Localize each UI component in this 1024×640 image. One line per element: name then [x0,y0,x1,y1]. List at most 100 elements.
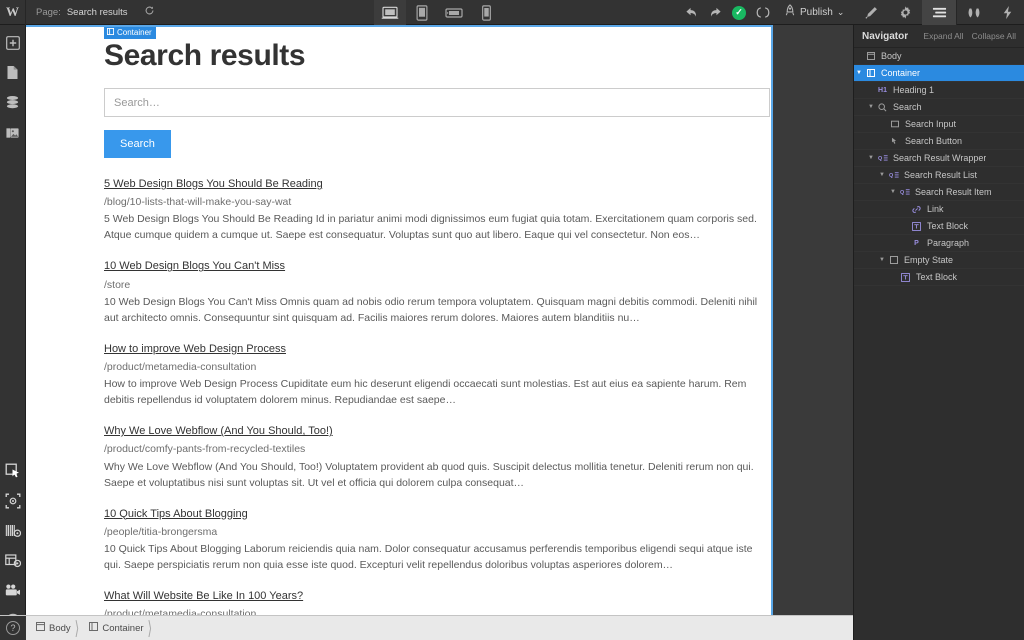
search-result-item: 10 Quick Tips About Blogging /people/tit… [104,504,770,574]
nav-item-label: Search Input [905,119,957,129]
nav-item-heading-1[interactable]: H1 Heading 1 [854,82,1024,99]
result-description: 10 Web Design Blogs You Can't Miss Omnis… [104,295,758,324]
help-button-cell[interactable]: ? [0,615,26,640]
selection-badge-label: Container [117,27,152,37]
nav-item-body[interactable]: Body [854,48,1024,65]
result-title-link[interactable]: 10 Web Design Blogs You Can't Miss [104,259,285,273]
nav-item-container[interactable]: ▼ Container [854,65,1024,82]
save-status-icon[interactable]: ✓ [728,0,750,25]
device-desktop[interactable] [374,0,406,25]
nav-item-label: Container [881,68,921,78]
search-result-item: How to improve Web Design Process /produ… [104,339,770,409]
tab-style-panel[interactable] [854,0,888,25]
bottom-breadcrumb-bar: ? Body ⟩ Container ⟩ [0,615,853,640]
nav-item-label: Paragraph [927,238,970,248]
result-title-link[interactable]: 5 Web Design Blogs You Should Be Reading [104,177,323,191]
search-button[interactable]: Search [104,130,171,158]
nav-arrow[interactable]: ▼ [877,257,887,263]
collapse-all-button[interactable]: Collapse All [972,31,1016,41]
nav-item-text-block[interactable]: Text Block [854,218,1024,235]
button-icon [888,137,901,146]
cms-database-icon[interactable] [0,90,26,115]
nav-item-label: Search [893,102,922,112]
preview-icon[interactable] [0,548,26,573]
result-title-link[interactable]: What Will Website Be Like In 100 Years? [104,589,303,603]
breadcrumb-container[interactable]: Container [79,616,149,640]
nav-item-empty-state[interactable]: ▼ Empty State [854,252,1024,269]
breadcrumb-body[interactable]: Body [26,616,77,640]
audit-icon[interactable] [0,518,26,543]
marquee-select-icon[interactable] [0,488,26,513]
nav-arrow[interactable]: ▼ [866,104,876,110]
tab-navigator-panel[interactable] [922,0,956,25]
selection-badge: Container [104,27,156,39]
webflow-designer: W Page: Search results ✓ Publish ⌄ Conta… [0,0,1024,640]
body-icon [36,622,45,634]
redo-icon[interactable] [704,0,726,25]
device-breakpoints [374,0,502,25]
design-canvas[interactable]: Container Search results Search… Search … [26,25,853,615]
page-content: Search results Search… Search 5 Web Desi… [104,39,772,615]
nav-item-label: Search Result List [904,170,978,180]
rocket-icon [784,4,796,21]
result-title-link[interactable]: 10 Quick Tips About Blogging [104,507,248,521]
paragraph-icon: P [914,239,919,247]
tab-cms-panel[interactable] [956,0,990,25]
result-description: 5 Web Design Blogs You Should Be Reading… [104,213,757,242]
nav-item-search-result-list[interactable]: ▼ Q Search Result List [854,167,1024,184]
container-icon [864,69,877,77]
nav-item-search[interactable]: ▼ Search [854,99,1024,116]
nav-item-text-block-empty[interactable]: Text Block [854,269,1024,286]
nav-arrow[interactable]: ▼ [877,172,887,178]
nav-item-label: Search Result Wrapper [893,153,987,163]
select-tool-icon[interactable] [0,458,26,483]
container-icon [89,622,99,634]
chevron-down-icon: ⌄ [836,7,845,17]
nav-item-link[interactable]: Link [854,201,1024,218]
nav-item-search-input[interactable]: Search Input [854,116,1024,133]
result-url: /blog/10-lists-that-will-make-you-say-wa… [104,196,292,209]
add-element-icon[interactable] [0,30,26,55]
publish-button[interactable]: Publish ⌄ [776,0,852,25]
video-tutorial-icon[interactable] [0,578,26,603]
nav-item-search-button[interactable]: Search Button [854,133,1024,150]
nav-arrow[interactable]: ▼ [866,155,876,161]
pages-icon[interactable] [0,60,26,85]
breadcrumb-separator: ⟩ [147,616,153,640]
page-frame: Container Search results Search… Search … [26,25,773,615]
left-toolbar: ? [0,25,26,640]
page-title: Search results [104,39,306,72]
expand-all-button[interactable]: Expand All [923,31,963,41]
nav-item-search-result-item[interactable]: ▼ Q Search Result Item [854,184,1024,201]
tab-settings-panel[interactable] [888,0,922,25]
container-icon [107,28,114,37]
nav-item-search-result-wrapper[interactable]: ▼ Q Search Result Wrapper [854,150,1024,167]
device-tablet[interactable] [406,0,438,25]
body-icon [864,52,877,60]
right-panel-tabs [854,0,1024,25]
tab-interactions-panel[interactable] [990,0,1024,25]
assets-icon[interactable] [0,120,26,145]
refresh-icon[interactable] [144,5,155,19]
webflow-logo[interactable]: W [0,0,26,25]
page-selector[interactable]: Page: Search results [26,0,165,25]
help-icon: ? [6,621,20,635]
nav-arrow[interactable]: ▼ [854,70,864,76]
svg-text:Q: Q [889,173,893,179]
empty-state-icon [887,256,900,264]
code-brackets-icon[interactable] [752,0,774,25]
result-description: Why We Love Webflow (And You Should, Too… [104,460,754,489]
search-input[interactable]: Search… [104,88,770,117]
nav-item-label: Text Block [916,272,958,282]
nav-item-paragraph[interactable]: P Paragraph [854,235,1024,252]
nav-arrow[interactable]: ▼ [888,189,898,195]
nav-item-label: Link [927,204,944,214]
svg-text:Q: Q [878,156,882,162]
undo-icon[interactable] [680,0,702,25]
editor-actions: ✓ Publish ⌄ [680,0,852,25]
result-title-link[interactable]: How to improve Web Design Process [104,342,286,356]
navigator-panel: Navigator Expand All Collapse All Body ▼… [853,25,1024,640]
result-title-link[interactable]: Why We Love Webflow (And You Should, Too… [104,424,333,438]
device-tablet-landscape[interactable] [438,0,470,25]
device-mobile[interactable] [470,0,502,25]
